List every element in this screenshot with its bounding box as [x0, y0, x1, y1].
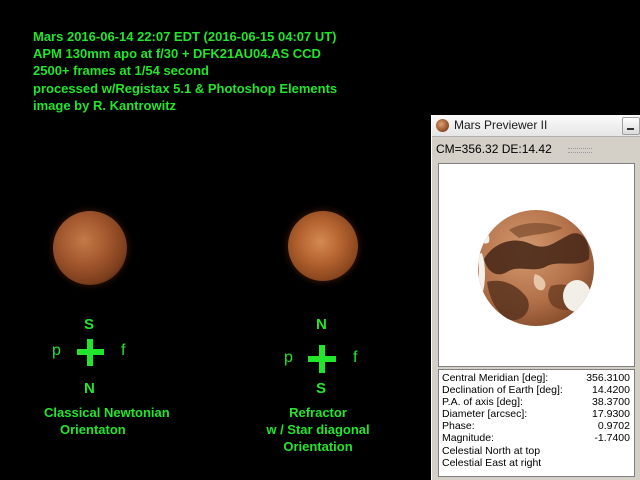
mars-image-refractor	[288, 211, 358, 281]
caption-line-equipment: APM 130mm apo at f/30 + DFK21AU04.AS CCD	[33, 46, 321, 62]
info-value: 17.9300	[592, 408, 630, 421]
orient-left-label: p	[284, 349, 293, 366]
orient-left-label: p	[52, 342, 61, 359]
info-value: 0.9702	[597, 420, 630, 433]
orient-top-label: N	[316, 316, 327, 333]
minimize-button[interactable]	[622, 117, 640, 135]
window-titlebar[interactable]: Mars Previewer II	[432, 115, 640, 137]
cm-readout: CM=356.32 DE:14.42	[436, 142, 552, 156]
orientation-title-refractor: Refractor w / Star diagonal Orientation	[250, 404, 386, 455]
crosshair-vertical	[319, 345, 325, 373]
info-label: Phase:	[442, 420, 475, 433]
info-label: Diameter [arcsec]:	[442, 408, 528, 421]
mars-globe-render	[478, 210, 594, 326]
info-value: 356.3100	[586, 372, 630, 384]
orient-right-label: f	[121, 342, 126, 359]
info-row-magnitude: Magnitude: -1.7400	[442, 432, 630, 444]
mars-app-icon	[436, 119, 449, 132]
info-value: 14.4200	[592, 384, 630, 397]
orientation-title-line: Refractor	[289, 405, 347, 420]
orientation-title-newtonian: Classical Newtonian Orientaton	[44, 404, 170, 438]
orient-top-label: S	[84, 316, 95, 333]
info-label: Declination of Earth [deg]:	[442, 384, 563, 397]
orientation-title-line: w / Star diagonal	[266, 422, 370, 437]
caption-line-date: Mars 2016-06-14 22:07 EDT (2016-06-15 04…	[33, 29, 337, 44]
orientation-title-line: Classical Newtonian	[44, 405, 170, 420]
info-label: Central Meridian [deg]:	[442, 372, 549, 384]
orient-right-label: f	[353, 349, 358, 366]
mars-image-newtonian	[53, 211, 127, 285]
orient-bottom-label: N	[84, 380, 95, 397]
orient-bottom-label: S	[316, 380, 327, 397]
ephemeris-info-panel: Central Meridian [deg]: 356.3100 Declina…	[438, 369, 635, 477]
info-note-north: Celestial North at top	[442, 444, 541, 457]
separator-mark	[568, 148, 592, 153]
mars-preview-pane[interactable]	[438, 163, 635, 367]
info-value: 38.3700	[592, 396, 630, 409]
image-caption: Mars 2016-06-14 22:07 EDT (2016-06-15 04…	[33, 28, 337, 114]
orientation-title-line: Orientation	[283, 439, 353, 454]
window-title: Mars Previewer II	[454, 118, 548, 132]
info-row-central-meridian: Central Meridian [deg]: 356.3100	[442, 372, 630, 384]
info-label: Magnitude:	[442, 432, 494, 445]
info-note-east: Celestial East at right	[442, 456, 542, 469]
info-row-phase: Phase: 0.9702	[442, 420, 630, 432]
caption-line-author: image by R. Kantrowitz	[33, 97, 177, 113]
info-row-declination: Declination of Earth [deg]: 14.4200	[442, 384, 630, 396]
info-row-diameter: Diameter [arcsec]: 17.9300	[442, 408, 630, 420]
info-row-pa-axis: P.A. of axis [deg]: 38.3700	[442, 396, 630, 408]
mars-previewer-window: Mars Previewer II CM=356.32 DE:14.42 Cen…	[431, 115, 640, 480]
info-label: P.A. of axis [deg]:	[442, 396, 523, 409]
caption-line-processing: processed w/Registax 5.1 & Photoshop Ele…	[33, 80, 338, 96]
info-value: -1.7400	[594, 432, 630, 445]
orientation-title-line: Orientaton	[60, 422, 126, 437]
caption-line-frames: 2500+ frames at 1/54 second	[33, 63, 209, 79]
crosshair-vertical	[87, 339, 93, 366]
